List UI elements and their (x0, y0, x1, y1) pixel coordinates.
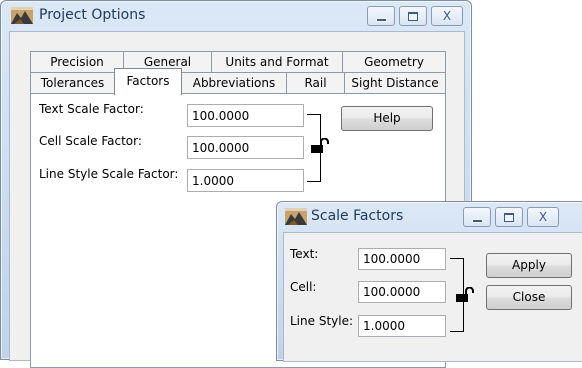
sf-line-style-label: Line Style: (290, 314, 354, 328)
tab-units-and-format[interactable]: Units and Format (211, 51, 343, 72)
scale-factors-window: Scale Factors X Text: Cell: Line Style: … (276, 201, 582, 362)
sf-line-style-input[interactable] (358, 315, 446, 337)
padlock-unlocked-icon[interactable] (456, 287, 474, 303)
close-icon: X (442, 9, 452, 23)
scale-factors-titlebar[interactable]: Scale Factors X (277, 202, 582, 232)
tab-abbreviations[interactable]: Abbreviations (181, 72, 287, 93)
scale-factors-close-button[interactable]: X (527, 207, 559, 227)
scale-factors-app-icon (285, 208, 307, 225)
line-style-scale-factor-label: Line Style Scale Factor: (39, 167, 179, 181)
tab-rail[interactable]: Rail (286, 72, 345, 93)
maximize-button[interactable] (399, 6, 427, 26)
tab-precision[interactable]: Precision (30, 51, 124, 72)
close-icon: X (538, 210, 548, 224)
tab-sight-distance[interactable]: Sight Distance (344, 72, 446, 93)
cell-scale-factor-label: Cell Scale Factor: (39, 134, 142, 148)
minimize-button[interactable] (367, 6, 395, 26)
scale-factors-minimize-button[interactable] (463, 207, 491, 227)
tab-geometry[interactable]: Geometry (342, 51, 446, 72)
scale-factors-client: Text: Cell: Line Style: Apply Close (283, 232, 582, 362)
tab-factors[interactable]: Factors (114, 68, 182, 95)
text-scale-factor-input[interactable] (187, 104, 304, 127)
line-style-scale-factor-input[interactable] (187, 169, 304, 192)
sf-cell-label: Cell: (290, 280, 317, 294)
padlock-unlocked-icon[interactable] (311, 138, 329, 154)
apply-button[interactable]: Apply (486, 253, 572, 278)
desktop-canvas: { "project_options": { "title": "Project… (0, 0, 582, 368)
scale-factors-title: Scale Factors (311, 208, 404, 224)
sf-cell-input[interactable] (358, 281, 446, 303)
help-button[interactable]: Help (341, 106, 433, 131)
sf-text-input[interactable] (358, 248, 446, 270)
close-button[interactable]: X (431, 6, 463, 26)
tab-tolerances[interactable]: Tolerances (30, 72, 115, 93)
project-options-titlebar[interactable]: Project Options X (1, 1, 471, 31)
project-options-title: Project Options (39, 7, 146, 23)
sf-close-button[interactable]: Close (486, 285, 572, 310)
cell-scale-factor-input[interactable] (187, 136, 304, 159)
scale-factors-maximize-button[interactable] (495, 207, 523, 227)
project-options-app-icon (11, 7, 33, 24)
sf-text-label: Text: (290, 247, 319, 261)
text-scale-factor-label: Text Scale Factor: (39, 102, 144, 116)
